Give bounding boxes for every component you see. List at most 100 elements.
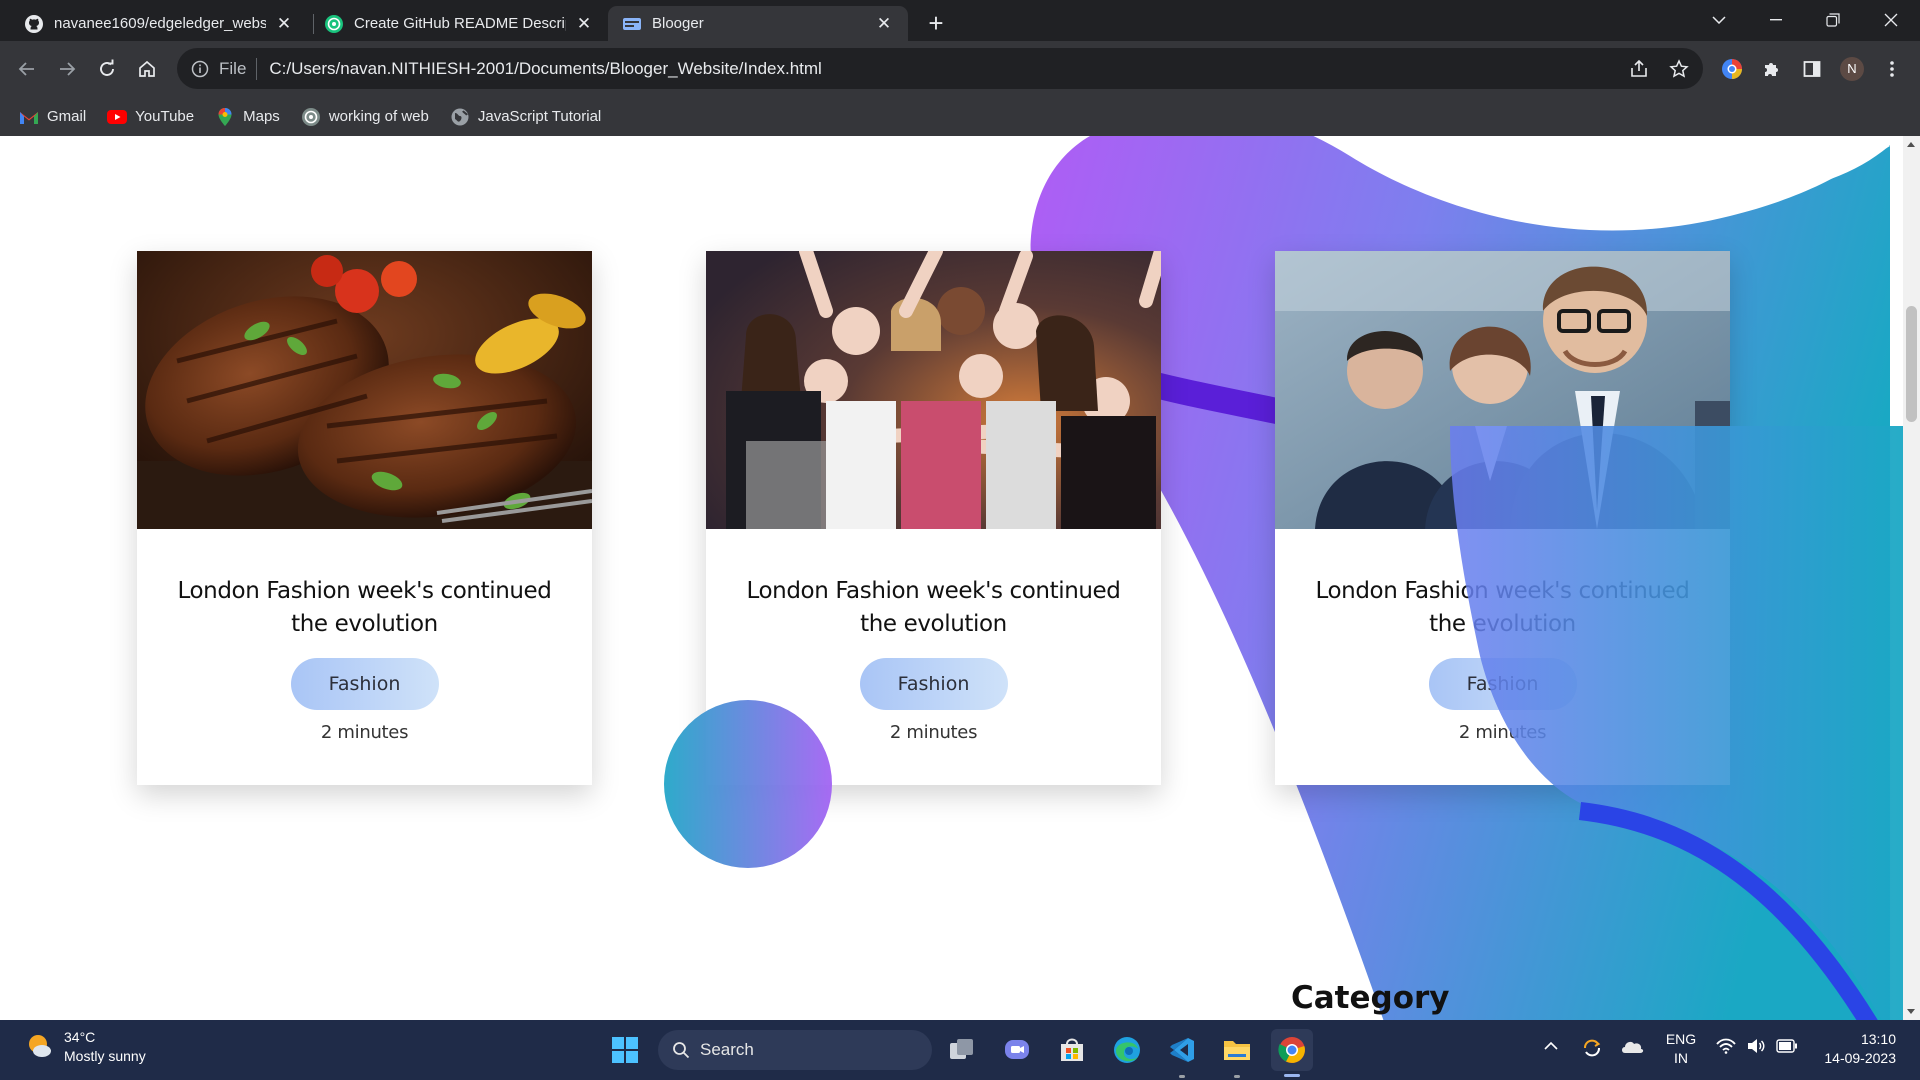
- decorative-circle-large: [664, 700, 832, 868]
- scroll-down-arrow-icon[interactable]: [1907, 1009, 1915, 1014]
- teams-chat-icon[interactable]: [996, 1029, 1038, 1071]
- taskbar-search-box[interactable]: Search: [658, 1030, 932, 1070]
- edge-browser-icon[interactable]: [1106, 1029, 1148, 1071]
- bookmark-youtube[interactable]: YouTube: [107, 107, 194, 127]
- bookmark-maps[interactable]: Maps: [215, 107, 280, 127]
- bookmark-label: working of web: [328, 108, 429, 125]
- chrome-icon[interactable]: [1271, 1029, 1313, 1071]
- search-placeholder: Search: [700, 1040, 754, 1059]
- tab-chatgpt[interactable]: Create GitHub README Descript ✕: [310, 6, 608, 41]
- clock-time: 13:10: [1860, 1031, 1896, 1047]
- profile-initial: N: [1847, 61, 1857, 76]
- extensions-puzzle-icon[interactable]: [1759, 56, 1785, 82]
- region-code: IN: [1674, 1050, 1688, 1066]
- tab-blooger[interactable]: Blooger ✕: [608, 6, 908, 41]
- site-info-icon[interactable]: [189, 58, 211, 80]
- party-photo: [706, 251, 1161, 529]
- vscode-open-indicator: [1179, 1075, 1185, 1078]
- business-photo: [1275, 251, 1730, 529]
- category-tag-button[interactable]: Fashion: [1428, 658, 1577, 710]
- bookmarks-bar: Gmail YouTube Maps working of web JavaSc…: [0, 97, 1920, 136]
- new-tab-button[interactable]: +: [922, 8, 950, 38]
- bookmark-working-of-web[interactable]: working of web: [301, 107, 429, 127]
- onedrive-cloud-icon[interactable]: [1620, 1038, 1644, 1057]
- url-text[interactable]: C:/Users/navan.NITHIESH-2001/Documents/B…: [269, 59, 821, 79]
- youtube-icon: [107, 107, 128, 127]
- bookmark-star-icon[interactable]: [1668, 58, 1690, 80]
- volume-icon[interactable]: [1746, 1038, 1766, 1057]
- close-tab-icon[interactable]: ✕: [874, 14, 894, 34]
- address-bar[interactable]: File C:/Users/navan.NITHIESH-2001/Docume…: [177, 48, 1703, 89]
- restore-button[interactable]: [1813, 4, 1853, 36]
- bookmark-gmail[interactable]: Gmail: [19, 107, 86, 127]
- decorative-white-swoop: [1420, 136, 1900, 196]
- close-tab-icon[interactable]: ✕: [574, 14, 594, 34]
- windows-taskbar: 34°C Mostly sunny Search ENG IN 13:10 14…: [0, 1020, 1920, 1080]
- chrome-active-indicator: [1284, 1074, 1300, 1077]
- github-icon: [24, 14, 44, 34]
- share-icon[interactable]: [1628, 58, 1650, 80]
- bookmark-label: JavaScript Tutorial: [477, 108, 602, 125]
- chatgpt-icon: [324, 14, 344, 34]
- weather-temp: 34°C: [64, 1029, 96, 1045]
- reload-button[interactable]: [91, 53, 123, 85]
- card-title: London Fashion week's continued the evol…: [1315, 578, 1690, 637]
- battery-icon[interactable]: [1776, 1039, 1798, 1056]
- weather-desc: Mostly sunny: [64, 1048, 146, 1064]
- read-time: 2 minutes: [1458, 722, 1547, 743]
- clock-date: 14-09-2023: [1824, 1050, 1896, 1066]
- category-tag-button[interactable]: Fashion: [290, 658, 439, 710]
- url-divider: [256, 57, 258, 80]
- tab-search-icon[interactable]: [1699, 4, 1739, 36]
- card-title: London Fashion week's continued the evol…: [177, 578, 552, 637]
- bookmark-javascript-tutorial[interactable]: JavaScript Tutorial: [450, 107, 601, 127]
- url-scheme-label: File: [219, 58, 247, 78]
- tab-title: Blooger: [652, 15, 704, 32]
- read-time: 2 minutes: [320, 722, 409, 743]
- minimize-button[interactable]: [1756, 4, 1796, 36]
- system-clock[interactable]: 13:10 14-09-2023: [1814, 1030, 1896, 1068]
- bookmark-label: YouTube: [135, 108, 195, 125]
- menu-kebab-icon[interactable]: [1879, 56, 1905, 82]
- globe-icon: [450, 107, 470, 127]
- show-hidden-icons-chevron-icon[interactable]: [1543, 1038, 1559, 1054]
- side-panel-icon[interactable]: [1799, 56, 1825, 82]
- scrollbar-thumb[interactable]: [1906, 306, 1917, 422]
- blooger-favicon: [622, 14, 642, 34]
- steak-photo: [137, 251, 592, 529]
- bookmark-label: Maps: [243, 108, 280, 125]
- blog-card[interactable]: London Fashion week's continued the evol…: [1275, 251, 1730, 785]
- profile-avatar[interactable]: N: [1839, 56, 1865, 82]
- task-view-icon[interactable]: [941, 1029, 983, 1071]
- start-windows-icon[interactable]: [604, 1029, 646, 1071]
- back-button[interactable]: [11, 53, 43, 85]
- category-heading: Category: [1291, 980, 1450, 1016]
- tab-github[interactable]: navanee1609/edgeledger_websi ✕: [10, 6, 308, 41]
- tab-title: navanee1609/edgeledger_websi: [54, 15, 266, 32]
- chatgpt-icon: [301, 107, 321, 127]
- extension-icon[interactable]: [1719, 56, 1745, 82]
- vscode-icon[interactable]: [1161, 1029, 1203, 1071]
- close-window-button[interactable]: [1871, 4, 1911, 36]
- card-title: London Fashion week's continued the evol…: [746, 578, 1121, 637]
- home-button[interactable]: [131, 53, 163, 85]
- search-icon: [672, 1041, 690, 1059]
- category-tag-button[interactable]: Fashion: [859, 658, 1008, 710]
- page-viewport: London Fashion week's continued the evol…: [0, 136, 1903, 1020]
- tab-strip: navanee1609/edgeledger_websi ✕ Create Gi…: [0, 0, 1920, 41]
- blog-card[interactable]: London Fashion week's continued the evol…: [137, 251, 592, 785]
- gmail-icon: [19, 107, 39, 127]
- file-explorer-icon[interactable]: [1216, 1029, 1258, 1071]
- forward-button[interactable]: [51, 53, 83, 85]
- scroll-up-arrow-icon[interactable]: [1907, 142, 1915, 147]
- close-tab-icon[interactable]: ✕: [274, 14, 294, 34]
- maps-icon: [215, 107, 235, 127]
- explorer-open-indicator: [1234, 1075, 1240, 1078]
- microsoft-store-icon[interactable]: [1051, 1029, 1093, 1071]
- browser-toolbar: File C:/Users/navan.NITHIESH-2001/Docume…: [0, 41, 1920, 97]
- language-indicator[interactable]: ENG IN: [1664, 1030, 1698, 1068]
- weather-widget[interactable]: 34°C Mostly sunny: [24, 1028, 146, 1066]
- vertical-scrollbar[interactable]: [1903, 136, 1920, 1020]
- wifi-icon[interactable]: [1716, 1038, 1736, 1057]
- sync-update-icon[interactable]: [1581, 1037, 1603, 1062]
